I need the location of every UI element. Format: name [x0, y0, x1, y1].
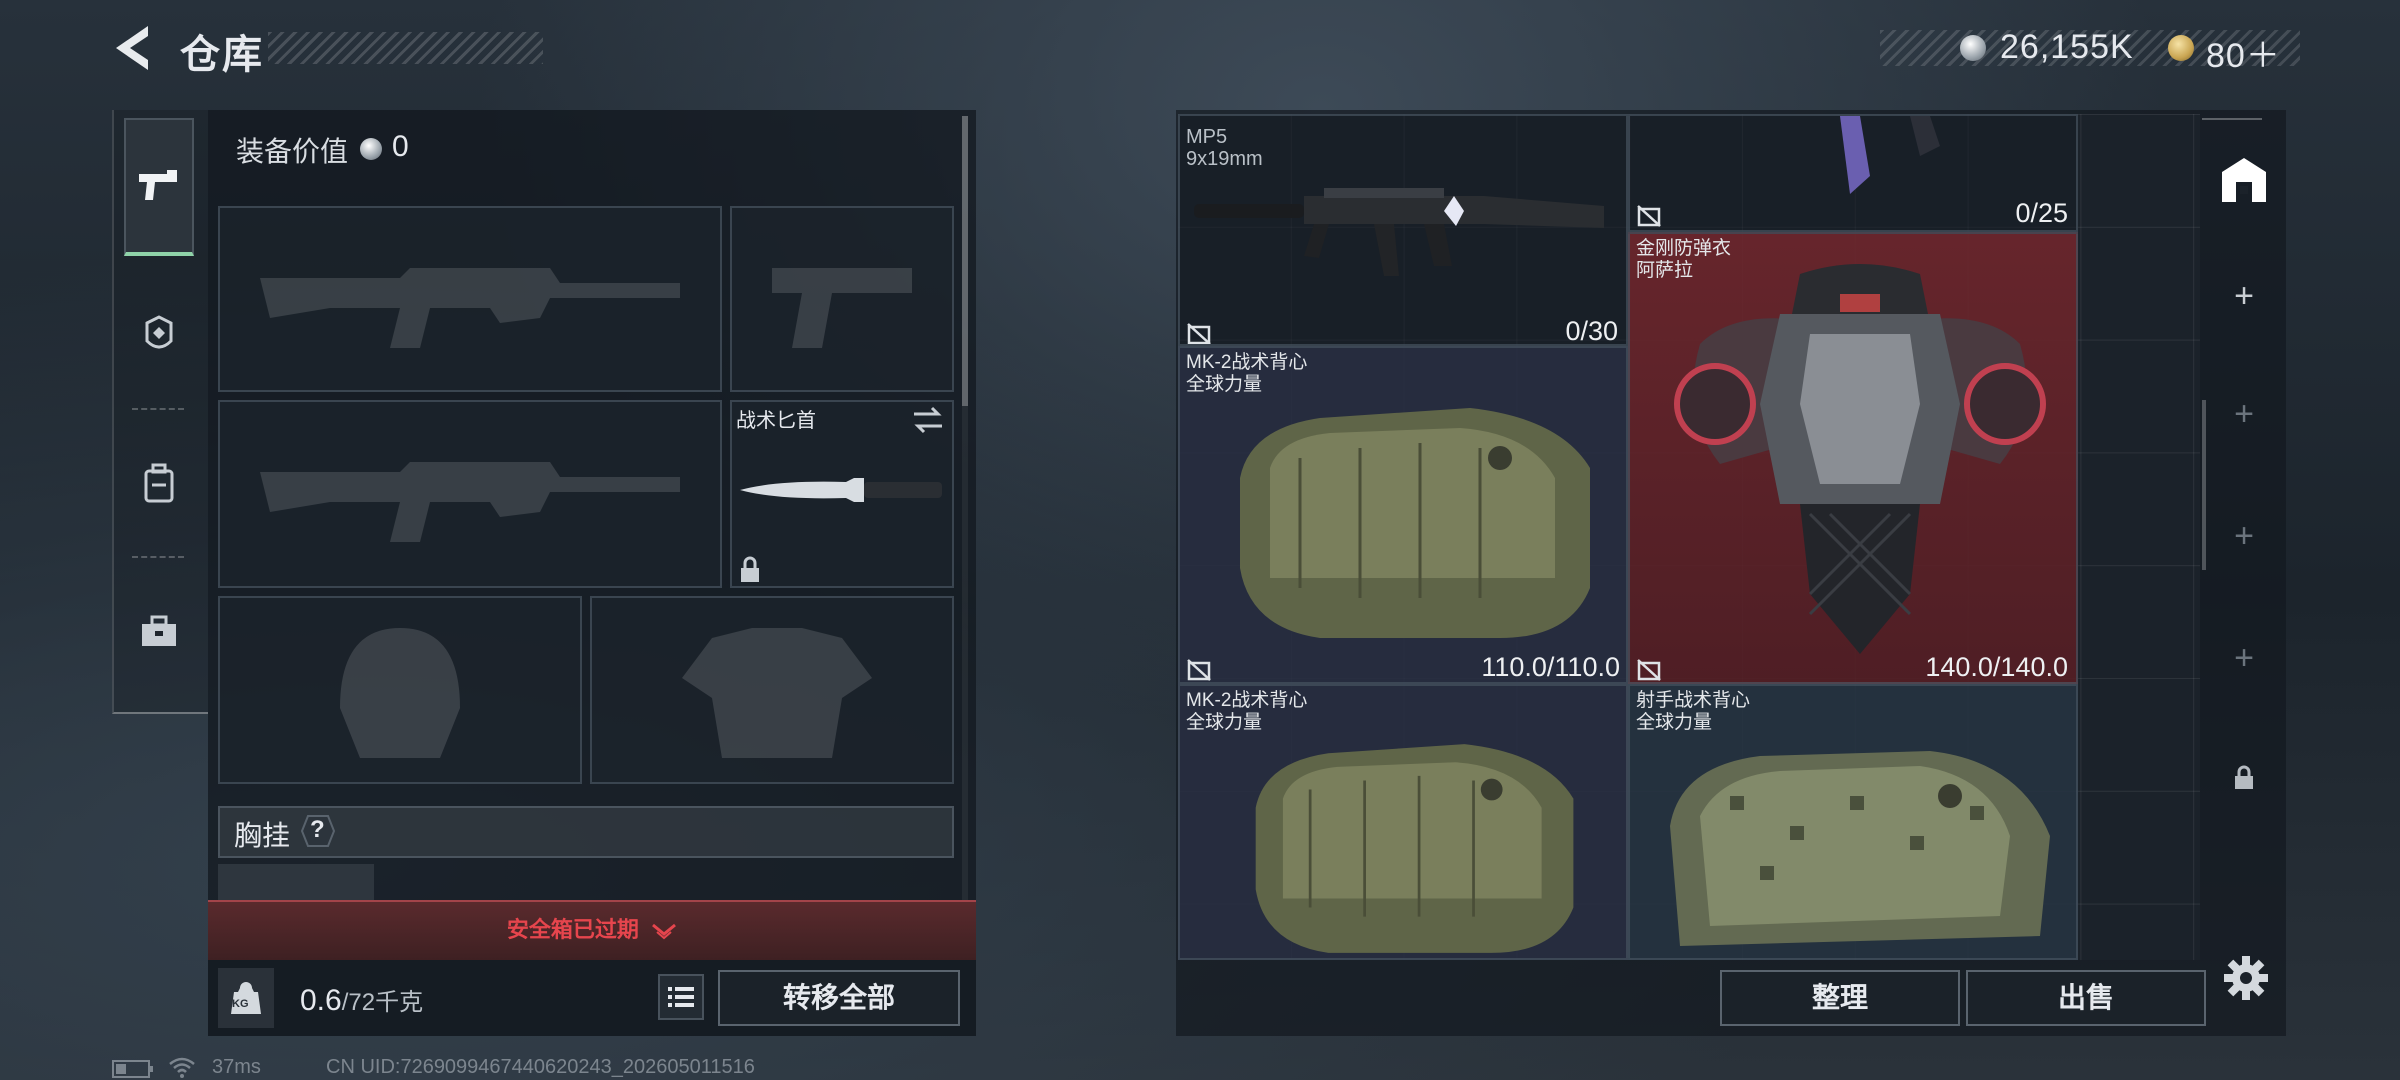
item-name: MK-2战术背心	[1186, 352, 1308, 373]
locked-stash-page[interactable]	[2214, 748, 2274, 808]
helmet-slot[interactable]	[218, 596, 582, 784]
lock-icon	[741, 556, 759, 582]
item-partial-icon	[1840, 116, 1940, 194]
tactical-vest-icon	[1255, 744, 1574, 953]
item-durability: 110.0/110.0	[1481, 652, 1620, 682]
helmet-icon	[145, 315, 173, 349]
silver-coin-icon	[360, 138, 382, 160]
help-button[interactable]: ?	[300, 814, 336, 848]
item-name: MK-2战术背心	[1186, 690, 1308, 711]
list-icon	[668, 987, 694, 1007]
plus-icon: +	[2234, 276, 2254, 315]
swap-icon[interactable]	[912, 406, 944, 434]
gear-icon	[2224, 956, 2268, 1000]
no-trade-icon	[1637, 205, 1661, 227]
stash-item-marksman-vest[interactable]: 射手战术背心 全球力量	[1628, 684, 2078, 960]
title-decoration	[268, 32, 543, 64]
no-trade-icon	[1637, 659, 1661, 681]
weight-icon: KG	[218, 968, 274, 1028]
stash-item-partial[interactable]: 0/25	[1628, 114, 2078, 232]
stash-scrollbar[interactable]	[2202, 400, 2206, 570]
weight-value: 0.6	[300, 984, 342, 1017]
no-trade-icon	[1187, 659, 1211, 681]
tab-armor[interactable]	[124, 300, 194, 370]
ping-value: 37ms	[212, 1056, 261, 1078]
stash-item-armor-jingang[interactable]: 金刚防弹衣 阿萨拉 140.0/140.0	[1628, 232, 2078, 684]
battery-icon	[112, 1060, 153, 1078]
wifi-icon	[169, 1057, 195, 1078]
weight-max: /72千克	[341, 989, 424, 1016]
tool-divider	[2202, 118, 2262, 120]
chest-rig-title: 胸挂	[234, 820, 291, 851]
user-uid: CN UID:7269099467440620243_202605011516	[326, 1056, 755, 1078]
sell-button[interactable]: 出售	[1966, 970, 2206, 1026]
plus-icon: +	[2234, 516, 2254, 555]
plus-icon: +	[2234, 638, 2254, 677]
item-durability: 0/30	[1565, 316, 1618, 346]
item-durability: 0/25	[2015, 198, 2068, 228]
carry-weight: 0.6/72千克	[300, 982, 423, 1018]
body-armor-slot[interactable]	[590, 596, 954, 784]
item-subtitle: 全球力量	[1636, 712, 1713, 733]
pistol-icon	[139, 170, 177, 200]
help-glyph: ?	[310, 816, 325, 843]
tab-divider	[132, 408, 184, 410]
tactical-vest-icon	[1240, 408, 1590, 638]
sort-button[interactable]: 整理	[1720, 970, 1960, 1026]
plus-icon: +	[2234, 394, 2254, 433]
add-stash-page-button[interactable]: +	[2214, 506, 2274, 566]
back-arrow-icon	[116, 26, 148, 70]
stash-item-mk2-vest[interactable]: MK-2战术背心 全球力量 110.0/110.0	[1178, 346, 1628, 684]
chevron-down-icon	[652, 924, 677, 940]
tab-tools[interactable]	[124, 596, 194, 666]
add-stash-page-button[interactable]: +	[2214, 384, 2274, 444]
secondary-weapon-slot[interactable]	[218, 400, 722, 588]
safebox-expired-label: 安全箱已过期	[506, 917, 639, 942]
tab-weapons[interactable]	[124, 118, 194, 256]
loadout-scroll-thumb[interactable]	[962, 116, 968, 406]
tactical-vest-icon	[1670, 751, 2050, 946]
toolbox-icon	[142, 615, 176, 646]
item-name: MP5	[1186, 126, 1228, 148]
tab-backpack[interactable]	[124, 448, 194, 518]
back-button[interactable]	[110, 22, 154, 74]
equip-value: 0	[392, 130, 409, 163]
pistol-silhouette-icon	[772, 268, 912, 348]
armor-silhouette-icon	[682, 628, 872, 758]
silver-coin-icon	[1960, 35, 1986, 61]
add-stash-page-button[interactable]: +	[2214, 266, 2274, 326]
backpack-icon	[144, 463, 174, 503]
silver-currency-value: 26,155K	[2000, 28, 2134, 66]
settings-button[interactable]	[2216, 948, 2276, 1008]
rifle-silhouette-icon	[260, 268, 680, 348]
stash-icon	[2222, 158, 2266, 202]
stash-item-mp5[interactable]: MP5 9x19mm 0/30	[1178, 114, 1628, 346]
move-all-button[interactable]: 转移全部	[718, 970, 960, 1026]
heavy-armor-icon	[1674, 264, 2046, 654]
lock-icon	[2235, 765, 2253, 789]
stash-item-mk2-vest[interactable]: MK-2战术背心 全球力量	[1178, 684, 1628, 960]
item-durability: 140.0/140.0	[1925, 652, 2068, 682]
tactical-knife-icon	[740, 478, 942, 502]
primary-weapon-slot[interactable]	[218, 206, 722, 392]
item-name: 射手战术背心	[1636, 690, 1751, 711]
tab-divider	[132, 556, 184, 558]
list-view-button[interactable]	[658, 974, 704, 1020]
gold-coin-icon	[2168, 35, 2194, 61]
stash-home-button[interactable]	[2214, 150, 2274, 210]
add-stash-page-button[interactable]: +	[2214, 628, 2274, 688]
mp5-smg-icon	[1194, 188, 1604, 276]
gold-currency-value[interactable]: 80＋	[2206, 28, 2281, 77]
rifle-silhouette-icon	[260, 462, 680, 542]
equip-value-label: 装备价值	[236, 136, 349, 167]
knife-label: 战术匕首	[736, 410, 816, 432]
kg-badge: KG	[232, 998, 249, 1010]
safebox-expired-text: 安全箱已过期	[208, 912, 976, 944]
page-title: 仓库	[180, 33, 264, 77]
sidearm-slot[interactable]	[730, 206, 954, 392]
helmet-silhouette-icon	[340, 628, 460, 758]
no-trade-icon	[1187, 323, 1211, 344]
